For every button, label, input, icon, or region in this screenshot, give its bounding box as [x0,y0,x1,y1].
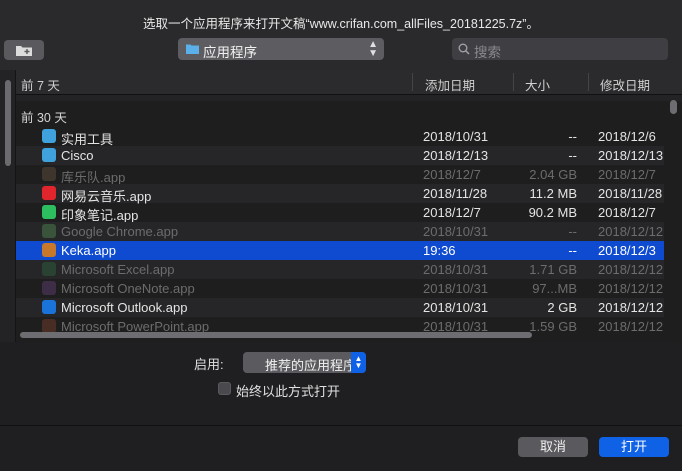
outlook-icon [42,300,56,314]
item-date-added: 2018/12/7 [423,205,481,220]
item-date-added: 19:36 [423,243,456,258]
item-date-modified: 2018/12/7 [598,167,656,182]
file-list: 前 7 天 添加日期 大小 修改日期 前 30 天 实用工具 2018/10/31… [16,70,682,342]
keka-icon [42,243,56,257]
location-popup[interactable]: 应用程序 ▲ ▼ [178,38,384,60]
netease-music-icon [42,186,56,200]
horizontal-scrollbar[interactable] [20,332,532,338]
onenote-icon [42,281,56,295]
item-name: Google Chrome.app [61,224,179,239]
item-date-modified: 2018/12/7 [598,205,656,220]
group-title: 前 30 天 [21,111,67,125]
applications-folder-icon [186,44,199,54]
location-label: 应用程序 [203,45,257,60]
item-size: 2.04 GB [529,167,577,182]
list-item[interactable]: Microsoft Outlook.app 2018/10/31 2 GB 2018/… [16,298,664,317]
search-placeholder: 搜索 [474,45,501,60]
column-date-modified[interactable]: 修改日期 [600,75,650,94]
list-item: 库乐队.app 2018/12/7 2.04 GB 2018/12/7 [16,165,664,185]
window-title: 选取一个应用程序来打开文稿“www.crifan.com_allFiles_20… [143,17,539,31]
utilities-folder-icon [42,129,56,143]
list-item[interactable]: Cisco 2018/12/13 -- 2018/12/13 [16,146,664,165]
item-date-modified: 2018/11/28 [598,186,663,201]
column-name[interactable]: 前 7 天 [21,75,60,94]
item-date-added: 2018/12/7 [423,167,481,182]
column-date-added[interactable]: 添加日期 [425,75,475,94]
list-item[interactable]: 实用工具 2018/10/31 -- 2018/12/6 [16,127,664,147]
column-size[interactable]: 大小 [525,75,550,94]
item-date-added: 2018/10/31 [423,300,489,315]
item-size: -- [568,148,577,163]
item-size: -- [568,243,577,258]
item-size: -- [568,129,577,144]
item-date-modified: 2018/12/12 [598,281,664,296]
excel-icon [42,262,56,276]
item-date-modified: 2018/12/12 [598,224,664,239]
item-name: Microsoft Excel.app [61,262,175,277]
evernote-icon [42,205,56,219]
folder-icon [42,148,56,162]
item-date-added: 2018/10/31 [423,224,489,239]
search-field[interactable]: 搜索 [452,38,668,60]
updown-chevron-icon: ▲ ▼ [368,39,378,59]
list-vertical-scrollbar[interactable] [670,100,677,114]
item-date-added: 2018/10/31 [423,281,489,296]
enable-popup[interactable]: 推荐的应用程序 ▲ ▼ [243,352,366,373]
list-item[interactable]: 印象笔记.app 2018/12/7 90.2 MB 2018/12/7 [16,203,664,223]
always-open-checkbox[interactable] [218,382,231,395]
item-date-added: 2018/10/31 [423,129,489,144]
garageband-icon [42,167,56,181]
item-size: 1.71 GB [529,262,577,277]
item-size: 11.2 MB [529,186,577,201]
enable-label: 启用: [194,357,224,372]
open-button[interactable]: 打开 [599,437,669,457]
item-size: 2 GB [547,300,577,315]
list-item: Microsoft OneNote.app 2018/10/31 97...MB 20… [16,279,664,298]
item-name: Microsoft OneNote.app [61,281,195,296]
item-date-modified: 2018/12/12 [598,262,664,277]
list-item: Microsoft Excel.app 2018/10/31 1.71 GB 2018… [16,260,664,279]
list-item: Google Chrome.app 2018/10/31 -- 2018/12/12 [16,222,664,241]
cancel-button[interactable]: 取消 [518,437,588,457]
list-item[interactable]: Keka.app 19:36 -- 2018/12/3 [16,241,664,260]
always-open-label: 始终以此方式打开 [236,384,341,399]
updown-chevron-icon: ▲ ▼ [351,352,366,373]
item-date-modified: 2018/12/3 [598,243,656,258]
item-date-modified: 2018/12/12 [598,300,664,315]
item-date-modified: 2018/12/6 [598,129,656,144]
chrome-icon [42,224,56,238]
new-folder-button[interactable] [4,40,44,60]
new-folder-icon [16,46,32,56]
item-size: 90.2 MB [528,205,577,220]
search-icon [458,43,470,55]
list-item[interactable]: 网易云音乐.app 2018/11/28 11.2 MB 2018/11/28 [16,184,664,204]
item-name: Microsoft Outlook.app [61,300,188,315]
sidebar-scrollbar[interactable] [5,80,11,166]
enable-popup-label: 推荐的应用程序 [265,358,357,373]
item-size: 97...MB [532,281,577,296]
item-date-added: 2018/12/13 [423,148,489,163]
item-name: Cisco [61,148,94,163]
column-header: 前 7 天 添加日期 大小 修改日期 [16,70,682,95]
divider [0,425,682,426]
item-date-added: 2018/11/28 [423,186,488,201]
list-item [16,95,682,101]
item-date-added: 2018/10/31 [423,262,489,277]
item-name: Keka.app [61,243,116,258]
item-date-modified: 2018/12/13 [598,148,664,163]
item-size: -- [568,224,577,239]
